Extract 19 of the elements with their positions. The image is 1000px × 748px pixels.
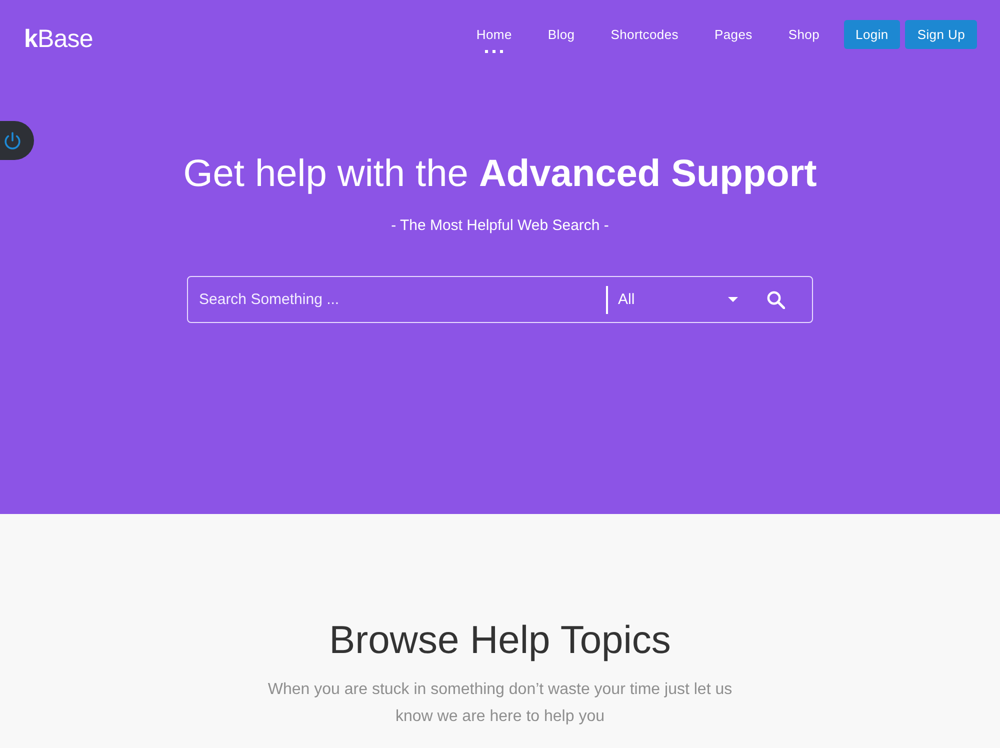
search-icon bbox=[767, 290, 785, 308]
category-dropdown[interactable]: All bbox=[606, 286, 754, 314]
hero-subtitle: - The Most Helpful Web Search - bbox=[391, 216, 609, 236]
signup-button[interactable]: Sign Up bbox=[905, 20, 977, 49]
nav-link[interactable]: Home bbox=[458, 20, 530, 53]
caret-icon bbox=[728, 297, 738, 302]
section-heading: Browse Help Topics bbox=[329, 618, 671, 664]
nav-link[interactable]: Blog bbox=[530, 20, 593, 49]
power-icon bbox=[4, 132, 21, 150]
nav-link[interactable]: Shortcodes bbox=[592, 20, 696, 49]
search-bar[interactable]: Search Something ... All bbox=[187, 276, 813, 323]
section-description: When you are stuck in something don’t waste your time just let us know we are here to help you bbox=[266, 680, 734, 727]
login-button[interactable]: Login bbox=[844, 20, 900, 49]
logo[interactable]: kBase bbox=[24, 24, 93, 54]
hero-headline: Get help with the Advanced Support bbox=[183, 152, 817, 197]
search-input[interactable]: Search Something ... bbox=[188, 277, 606, 322]
nav-link[interactable]: Pages bbox=[696, 20, 770, 49]
nav-link[interactable]: Shop bbox=[770, 20, 838, 49]
active-dots-icon bbox=[485, 50, 504, 53]
